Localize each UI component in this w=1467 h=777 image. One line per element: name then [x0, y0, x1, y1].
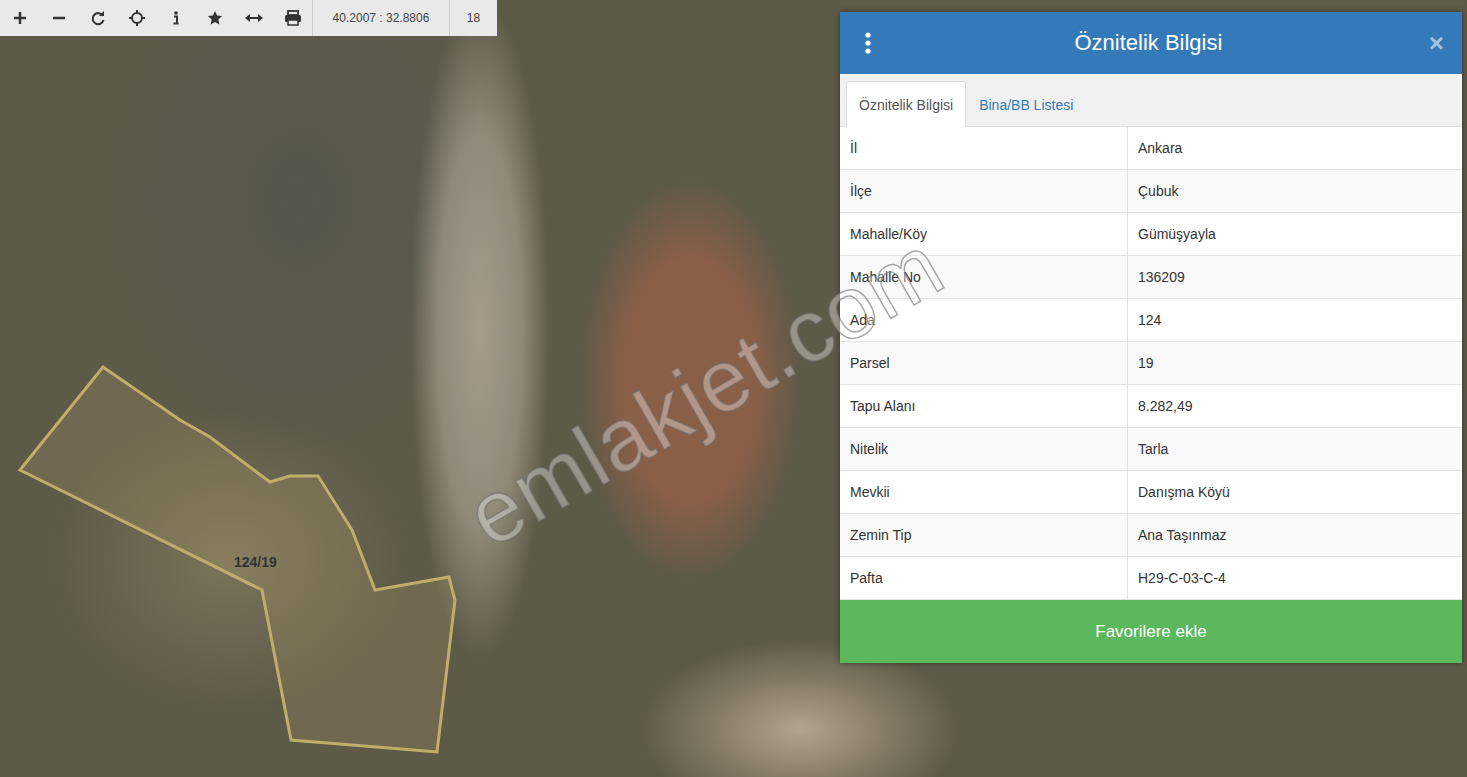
attribute-row: Tapu Alanı 8.282,49	[840, 385, 1462, 428]
attribute-label: Mahalle No	[840, 256, 1128, 298]
attribute-value: Danışma Köyü	[1128, 471, 1462, 513]
measure-button[interactable]	[234, 0, 273, 36]
attribute-label: Mahalle/Köy	[840, 213, 1128, 255]
map-toolbar: 40.2007 : 32.8806 18	[0, 0, 497, 36]
attribute-row: İlçe Çubuk	[840, 170, 1462, 213]
watermark: emlakjet.com	[450, 214, 960, 568]
refresh-icon	[90, 10, 106, 26]
add-favorite-button[interactable]: Favorilere ekle	[840, 600, 1462, 663]
attribute-value: 124	[1128, 299, 1462, 341]
panel-menu-button[interactable]	[864, 32, 872, 54]
zoom-in-button[interactable]	[0, 0, 39, 36]
tab-bar: Öznitelik BilgisiBina/BB Listesi	[840, 74, 1462, 127]
attribute-label: Mevkii	[840, 471, 1128, 513]
attribute-label: Ada	[840, 299, 1128, 341]
attribute-row: Ada 124	[840, 299, 1462, 342]
panel-title: Öznitelik Bilgisi	[872, 30, 1425, 56]
attribute-row: Pafta H29-C-03-C-4	[840, 557, 1462, 600]
attribute-value: Gümüşyayla	[1128, 213, 1462, 255]
attribute-row: Mahalle/Köy Gümüşyayla	[840, 213, 1462, 256]
attribute-value: Ankara	[1128, 127, 1462, 169]
attribute-value: Ana Taşınmaz	[1128, 514, 1462, 556]
info-button[interactable]	[156, 0, 195, 36]
close-button[interactable]: ×	[1425, 28, 1448, 59]
info-icon	[168, 10, 184, 26]
attribute-label: Pafta	[840, 557, 1128, 599]
attribute-panel: Öznitelik Bilgisi × Öznitelik BilgisiBin…	[840, 12, 1462, 663]
favorite-button[interactable]	[195, 0, 234, 36]
satellite-map[interactable]: 124/19 40.2007 : 32.8806 18 Öznitelik Bi…	[0, 0, 1467, 777]
refresh-button[interactable]	[78, 0, 117, 36]
minus-icon	[51, 10, 67, 26]
locate-button[interactable]	[117, 0, 156, 36]
zoom-out-button[interactable]	[39, 0, 78, 36]
panel-header: Öznitelik Bilgisi ×	[840, 12, 1462, 74]
attribute-value: H29-C-03-C-4	[1128, 557, 1462, 599]
zoom-level: 18	[449, 0, 497, 36]
attribute-label: Zemin Tip	[840, 514, 1128, 556]
arrows-icon	[245, 10, 263, 26]
print-button[interactable]	[273, 0, 312, 36]
attribute-label: Nitelik	[840, 428, 1128, 470]
attribute-value: 136209	[1128, 256, 1462, 298]
tab[interactable]: Bina/BB Listesi	[966, 81, 1086, 127]
attribute-value: Tarla	[1128, 428, 1462, 470]
attribute-row: Parsel 19	[840, 342, 1462, 385]
attribute-row: Mevkii Danışma Köyü	[840, 471, 1462, 514]
attribute-table: İl Ankaraİlçe ÇubukMahalle/Köy Gümüşyayl…	[840, 127, 1462, 600]
plus-icon	[12, 10, 28, 26]
kebab-menu-icon	[864, 32, 872, 54]
coordinates-display: 40.2007 : 32.8806	[312, 0, 449, 36]
attribute-value: Çubuk	[1128, 170, 1462, 212]
crosshair-icon	[129, 10, 145, 26]
attribute-label: Parsel	[840, 342, 1128, 384]
attribute-row: İl Ankara	[840, 127, 1462, 170]
attribute-label: İlçe	[840, 170, 1128, 212]
attribute-value: 8.282,49	[1128, 385, 1462, 427]
attribute-row: Nitelik Tarla	[840, 428, 1462, 471]
printer-icon	[284, 10, 302, 26]
star-icon	[207, 10, 223, 26]
attribute-label: İl	[840, 127, 1128, 169]
parcel-label: 124/19	[234, 554, 277, 570]
attribute-row: Zemin Tip Ana Taşınmaz	[840, 514, 1462, 557]
attribute-row: Mahalle No 136209	[840, 256, 1462, 299]
tab[interactable]: Öznitelik Bilgisi	[846, 81, 966, 127]
attribute-label: Tapu Alanı	[840, 385, 1128, 427]
parcel-polygon[interactable]	[20, 367, 455, 752]
attribute-value: 19	[1128, 342, 1462, 384]
